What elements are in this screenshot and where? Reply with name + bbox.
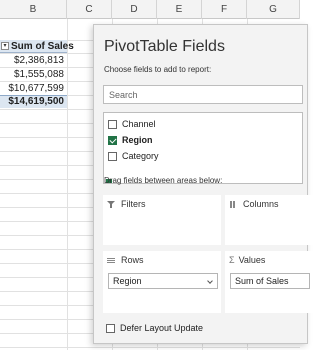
checkbox[interactable] xyxy=(108,151,117,161)
rows-field-region[interactable]: Region xyxy=(108,273,218,289)
columns-label: Columns xyxy=(243,199,279,209)
search-input[interactable] xyxy=(104,86,302,103)
column-header-f[interactable]: F xyxy=(202,0,247,19)
field-list[interactable]: Channel Region Category xyxy=(103,112,303,184)
field-label: Region xyxy=(122,135,153,145)
filters-label: Filters xyxy=(121,199,146,209)
field-item-channel[interactable]: Channel xyxy=(108,117,156,131)
values-field-sum-of-sales[interactable]: Sum of Sales xyxy=(230,273,310,289)
filter-dropdown-icon[interactable]: ▾ xyxy=(1,42,9,50)
column-header-e[interactable]: E xyxy=(157,0,202,19)
filters-area-header: Filters xyxy=(103,195,146,213)
column-header-g[interactable]: G xyxy=(247,0,300,19)
sigma-icon: Σ xyxy=(229,254,235,265)
chevron-down-icon[interactable] xyxy=(207,278,213,284)
filter-icon xyxy=(107,200,116,209)
field-item-region[interactable]: Region xyxy=(108,133,153,147)
pivot-value-cell[interactable]: $1,555,088 xyxy=(0,68,64,81)
grid-line xyxy=(67,19,68,350)
pivot-values-header[interactable]: ▾ Sum of Sales xyxy=(0,40,74,53)
filters-area[interactable]: Filters xyxy=(103,195,221,245)
drag-instructions: Drag fields between areas below: xyxy=(104,176,223,185)
column-header-b[interactable]: B xyxy=(0,0,67,19)
checkbox[interactable] xyxy=(108,135,117,145)
defer-layout-update[interactable]: Defer Layout Update xyxy=(106,323,203,333)
columns-area-header: Columns xyxy=(225,195,279,213)
values-label: Values xyxy=(238,255,266,265)
field-item-category[interactable]: Category xyxy=(108,149,159,163)
rows-area-header: Rows xyxy=(103,251,144,269)
pivot-header-label: Sum of Sales xyxy=(11,41,74,52)
rows-icon xyxy=(107,256,116,265)
field-label: Category xyxy=(122,151,159,161)
values-area[interactable]: Σ Values Sum of Sales xyxy=(225,251,315,313)
pane-title: PivotTable Fields xyxy=(104,38,225,55)
grid-line xyxy=(0,347,300,348)
pivot-total-value: $14,619,500 xyxy=(8,96,64,107)
pivot-value-cell[interactable]: $2,386,813 xyxy=(0,54,64,67)
defer-checkbox[interactable] xyxy=(106,323,115,333)
pane-subtitle: Choose fields to add to report: xyxy=(104,65,212,74)
field-search-box[interactable] xyxy=(103,85,303,104)
rows-field-label: Region xyxy=(113,276,142,286)
pivot-value-cell[interactable]: $10,677,599 xyxy=(0,82,64,95)
defer-label: Defer Layout Update xyxy=(120,323,204,333)
columns-area[interactable]: Columns xyxy=(225,195,315,245)
rows-area[interactable]: Rows Region xyxy=(103,251,221,313)
column-header-row: B C D E F G xyxy=(0,0,300,19)
column-header-d[interactable]: D xyxy=(112,0,157,19)
column-header-c[interactable]: C xyxy=(67,0,112,19)
rows-label: Rows xyxy=(121,255,144,265)
values-field-label: Sum of Sales xyxy=(235,276,289,286)
checkbox[interactable] xyxy=(108,119,117,129)
field-label: Channel xyxy=(122,119,156,129)
pivottable-fields-pane: PivotTable Fields Choose fields to add t… xyxy=(93,24,315,344)
values-area-header: Σ Values xyxy=(225,251,265,269)
columns-icon xyxy=(229,200,238,209)
pivot-grand-total[interactable]: $14,619,500 xyxy=(0,95,67,108)
